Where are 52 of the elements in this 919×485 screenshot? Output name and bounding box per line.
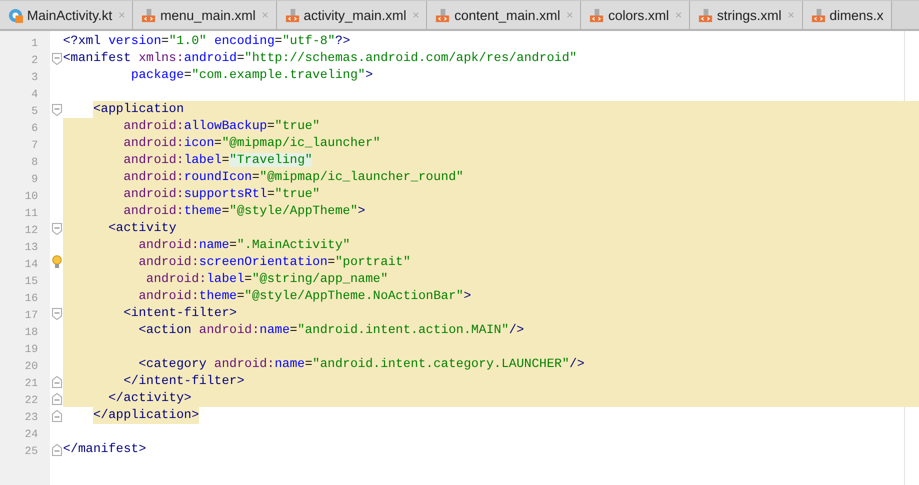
xml-file-icon xyxy=(284,8,300,22)
line-number: 12 xyxy=(24,225,38,237)
line-number: 4 xyxy=(31,89,38,101)
editor-tab[interactable]: MainActivity.kt × xyxy=(0,1,134,29)
line-number: 1 xyxy=(31,38,38,50)
lightbulb-icon[interactable] xyxy=(52,255,62,269)
editor-tab[interactable]: strings.xml × xyxy=(690,1,803,29)
line-number: 14 xyxy=(24,259,38,271)
line-number: 6 xyxy=(31,123,38,135)
editor-tab[interactable]: dimens.x xyxy=(802,1,892,29)
line-number: 9 xyxy=(31,174,38,186)
line-number: 18 xyxy=(24,327,38,339)
line-number: 22 xyxy=(24,395,38,407)
line-number: 25 xyxy=(24,446,38,458)
editor-tab[interactable]: colors.xml × xyxy=(581,1,690,29)
line-number: 17 xyxy=(24,310,38,322)
line-number: 11 xyxy=(24,208,38,220)
fold-icon[interactable] xyxy=(52,53,62,65)
fold-icon[interactable] xyxy=(52,223,62,235)
fold-icon[interactable] xyxy=(52,104,62,116)
fold-icon[interactable] xyxy=(52,308,62,320)
line-number: 24 xyxy=(24,429,38,441)
fold-icon[interactable] xyxy=(52,393,62,405)
line-number: 7 xyxy=(31,140,38,152)
line-number: 23 xyxy=(24,412,38,424)
line-number: 10 xyxy=(24,191,38,203)
kotlin-file-icon xyxy=(8,8,23,22)
editor-tab[interactable]: activity_main.xml × xyxy=(276,1,428,29)
line-number: 2 xyxy=(31,55,38,67)
line-number: 21 xyxy=(24,378,38,390)
line-number: 19 xyxy=(24,344,38,356)
code-line: <?xml version="1.0" encoding="utf-8"?> xyxy=(63,33,352,50)
code-line: <manifest xmlns:android="http://schemas.android.com/apk/res/android" xyxy=(63,50,578,67)
line-number: 8 xyxy=(31,157,38,169)
code-line: </manifest> xyxy=(63,441,148,458)
xml-file-icon xyxy=(435,8,450,22)
line-number: 16 xyxy=(24,293,38,305)
xml-file-icon xyxy=(141,8,156,22)
line-number: 15 xyxy=(24,276,38,288)
fold-icon[interactable] xyxy=(52,444,62,456)
editor-tab[interactable]: menu_main.xml × xyxy=(133,1,277,29)
code-line: package="com.example.traveling"> xyxy=(130,67,374,84)
fold-icon[interactable] xyxy=(52,376,62,388)
xml-file-icon xyxy=(589,8,604,22)
xml-file-icon xyxy=(698,8,713,22)
line-number: 13 xyxy=(24,242,38,254)
xml-file-icon xyxy=(810,8,826,22)
line-number: 3 xyxy=(31,72,38,84)
line-number: 20 xyxy=(24,361,38,373)
line-number: 5 xyxy=(31,106,38,118)
editor-tab[interactable]: content_main.xml × xyxy=(427,1,582,29)
fold-icon[interactable] xyxy=(52,410,62,422)
